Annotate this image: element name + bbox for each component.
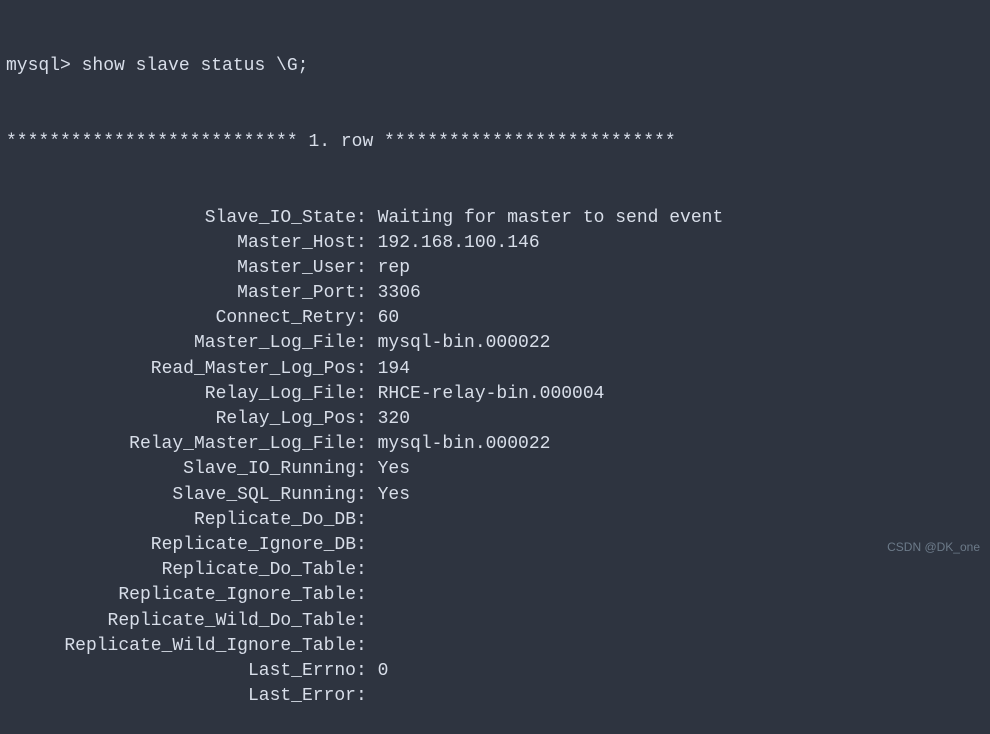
field-label: Master_User <box>6 256 356 281</box>
field-colon: : <box>356 457 378 482</box>
field-row: Relay_Log_Pos: 320 <box>6 407 984 432</box>
field-value: 320 <box>378 407 410 432</box>
field-row: Replicate_Ignore_DB: <box>6 533 984 558</box>
field-value: Yes <box>378 483 410 508</box>
field-colon: : <box>356 583 378 608</box>
field-row: Last_Error: <box>6 684 984 709</box>
field-label: Slave_SQL_Running <box>6 483 356 508</box>
row-header: *************************** 1. row *****… <box>6 130 984 155</box>
field-label: Read_Master_Log_Pos <box>6 357 356 382</box>
field-row: Replicate_Wild_Ignore_Table: <box>6 634 984 659</box>
field-row: Replicate_Wild_Do_Table: <box>6 609 984 634</box>
field-label: Replicate_Ignore_Table <box>6 583 356 608</box>
field-colon: : <box>356 558 378 583</box>
terminal-output: mysql> show slave status \G; ***********… <box>6 4 984 734</box>
field-colon: : <box>356 331 378 356</box>
field-value: 3306 <box>378 281 421 306</box>
field-label: Replicate_Do_Table <box>6 558 356 583</box>
field-colon: : <box>356 306 378 331</box>
field-colon: : <box>356 533 378 558</box>
field-row: Relay_Master_Log_File: mysql-bin.000022 <box>6 432 984 457</box>
field-row: Slave_IO_Running: Yes <box>6 457 984 482</box>
field-value: RHCE-relay-bin.000004 <box>378 382 605 407</box>
field-row: Master_User: rep <box>6 256 984 281</box>
field-colon: : <box>356 206 378 231</box>
field-row: Master_Host: 192.168.100.146 <box>6 231 984 256</box>
field-value: Yes <box>378 457 410 482</box>
field-label: Slave_IO_Running <box>6 457 356 482</box>
field-colon: : <box>356 432 378 457</box>
field-colon: : <box>356 684 378 709</box>
field-row: Replicate_Do_DB: <box>6 508 984 533</box>
field-value: mysql-bin.000022 <box>378 432 551 457</box>
field-label: Replicate_Do_DB <box>6 508 356 533</box>
field-row: Slave_IO_State: Waiting for master to se… <box>6 206 984 231</box>
field-row: Last_Errno: 0 <box>6 659 984 684</box>
field-colon: : <box>356 609 378 634</box>
field-label: Last_Error <box>6 684 356 709</box>
field-row: Master_Log_File: mysql-bin.000022 <box>6 331 984 356</box>
field-label: Replicate_Wild_Ignore_Table <box>6 634 356 659</box>
field-row: Read_Master_Log_Pos: 194 <box>6 357 984 382</box>
field-label: Replicate_Wild_Do_Table <box>6 609 356 634</box>
field-value: 60 <box>378 306 400 331</box>
field-value: 194 <box>378 357 410 382</box>
field-label: Master_Port <box>6 281 356 306</box>
field-label: Master_Log_File <box>6 331 356 356</box>
field-value: rep <box>378 256 410 281</box>
field-label: Last_Errno <box>6 659 356 684</box>
field-value: 192.168.100.146 <box>378 231 540 256</box>
field-value: Waiting for master to send event <box>378 206 724 231</box>
field-label: Relay_Master_Log_File <box>6 432 356 457</box>
fields-container: Slave_IO_State: Waiting for master to se… <box>6 206 984 710</box>
field-row: Master_Port: 3306 <box>6 281 984 306</box>
field-colon: : <box>356 231 378 256</box>
field-value: mysql-bin.000022 <box>378 331 551 356</box>
field-colon: : <box>356 659 378 684</box>
field-value: 0 <box>378 659 389 684</box>
field-colon: : <box>356 382 378 407</box>
field-row: Slave_SQL_Running: Yes <box>6 483 984 508</box>
command-text: show slave status \G; <box>82 54 309 79</box>
field-row: Replicate_Do_Table: <box>6 558 984 583</box>
field-colon: : <box>356 407 378 432</box>
field-colon: : <box>356 508 378 533</box>
field-row: Relay_Log_File: RHCE-relay-bin.000004 <box>6 382 984 407</box>
command-line[interactable]: mysql> show slave status \G; <box>6 54 984 79</box>
field-label: Replicate_Ignore_DB <box>6 533 356 558</box>
field-colon: : <box>356 357 378 382</box>
mysql-prompt: mysql> <box>6 54 82 79</box>
field-label: Connect_Retry <box>6 306 356 331</box>
field-colon: : <box>356 634 378 659</box>
field-colon: : <box>356 483 378 508</box>
field-label: Slave_IO_State <box>6 206 356 231</box>
field-row: Connect_Retry: 60 <box>6 306 984 331</box>
field-row: Replicate_Ignore_Table: <box>6 583 984 608</box>
field-label: Relay_Log_File <box>6 382 356 407</box>
field-colon: : <box>356 281 378 306</box>
watermark: CSDN @DK_one <box>887 539 980 556</box>
field-label: Master_Host <box>6 231 356 256</box>
field-colon: : <box>356 256 378 281</box>
field-label: Relay_Log_Pos <box>6 407 356 432</box>
